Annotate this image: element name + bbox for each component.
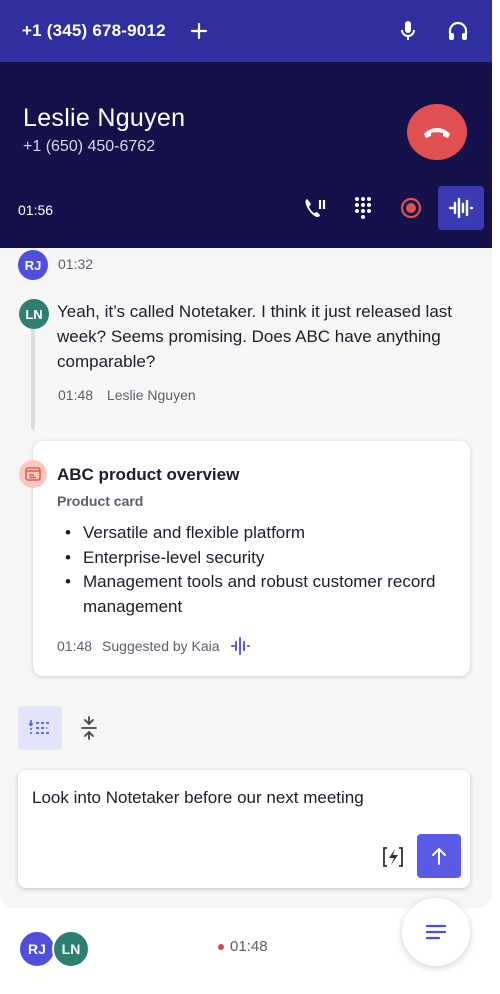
bottom-bar: RJ LN 01:48 xyxy=(0,898,500,994)
hang-up-button[interactable] xyxy=(407,104,467,160)
suggested-by: Suggested by Kaia xyxy=(102,638,220,654)
avatar: LN xyxy=(19,299,49,329)
recording-time: 01:48 xyxy=(230,938,268,955)
entry-time: 01:32 xyxy=(58,256,94,272)
list-item: Enterprise-level security xyxy=(63,546,453,571)
dialpad-button[interactable] xyxy=(340,186,386,230)
avatar: RJ xyxy=(18,250,48,280)
timeline-list-icon xyxy=(29,720,50,736)
headphones-icon[interactable] xyxy=(446,19,470,43)
kaia-waveform-icon xyxy=(230,637,250,655)
caller-number: +1 (650) 450-6762 xyxy=(23,138,156,155)
product-card[interactable]: ABC product overview Product card Versat… xyxy=(33,441,470,676)
recording-dot-icon xyxy=(218,943,224,950)
note-input[interactable] xyxy=(32,788,452,838)
avatar: RJ xyxy=(18,930,56,968)
collapse-button[interactable] xyxy=(67,706,111,750)
call-timer: 01:56 xyxy=(18,202,54,218)
active-call-panel: Leslie Nguyen +1 (650) 450-6762 01:56 xyxy=(0,62,492,248)
record-icon xyxy=(400,197,422,219)
card-subtitle: Product card xyxy=(57,493,144,509)
top-bar-actions xyxy=(396,19,470,43)
caller-name: Leslie Nguyen xyxy=(23,104,186,132)
list-item: Versatile and flexible platform xyxy=(63,521,453,546)
top-bar: +1 (345) 678-9012 xyxy=(0,0,492,62)
plus-icon[interactable] xyxy=(188,20,210,42)
send-button[interactable] xyxy=(417,834,461,878)
waveform-icon xyxy=(448,197,474,219)
edge-strip xyxy=(492,0,500,908)
ai-rewrite-icon xyxy=(383,847,403,867)
transcript-panel[interactable]: RJ 01:32 LN Yeah, it’s called Notetaker.… xyxy=(0,248,492,908)
menu-button[interactable] xyxy=(402,898,470,966)
product-card-icon xyxy=(19,460,47,488)
list-view-button[interactable] xyxy=(18,706,62,750)
participants[interactable]: RJ LN xyxy=(18,930,98,968)
recording-timer: 01:48 xyxy=(218,938,268,955)
collapse-icon xyxy=(81,716,97,740)
call-controls xyxy=(292,186,486,230)
list-item: Management tools and robust customer rec… xyxy=(63,570,453,619)
dialpad-icon xyxy=(355,197,371,219)
transfer-call-icon xyxy=(305,199,326,217)
card-time: 01:48 xyxy=(57,638,93,654)
menu-lines-icon xyxy=(425,924,447,940)
ai-rewrite-button[interactable] xyxy=(378,842,408,872)
timeline-line xyxy=(31,320,35,430)
record-button[interactable] xyxy=(388,186,434,230)
note-composer xyxy=(18,770,470,888)
microphone-icon[interactable] xyxy=(396,19,420,43)
account-phone-number: +1 (345) 678-9012 xyxy=(22,21,166,40)
arrow-up-icon xyxy=(432,847,446,865)
card-footer: 01:48 Suggested by Kaia xyxy=(57,637,250,655)
message-meta: 01:48 Leslie Nguyen xyxy=(58,387,196,403)
card-title: ABC product overview xyxy=(57,465,240,484)
card-list: Versatile and flexible platform Enterpri… xyxy=(63,521,453,619)
hang-up-icon xyxy=(424,128,450,138)
transcript-message: Yeah, it’s called Notetaker. I think it … xyxy=(57,302,453,371)
transfer-call-button[interactable] xyxy=(292,186,338,230)
avatar: LN xyxy=(52,930,90,968)
message-speaker: Leslie Nguyen xyxy=(106,387,196,403)
message-time: 01:48 xyxy=(58,387,94,403)
live-assist-button[interactable] xyxy=(438,186,484,230)
